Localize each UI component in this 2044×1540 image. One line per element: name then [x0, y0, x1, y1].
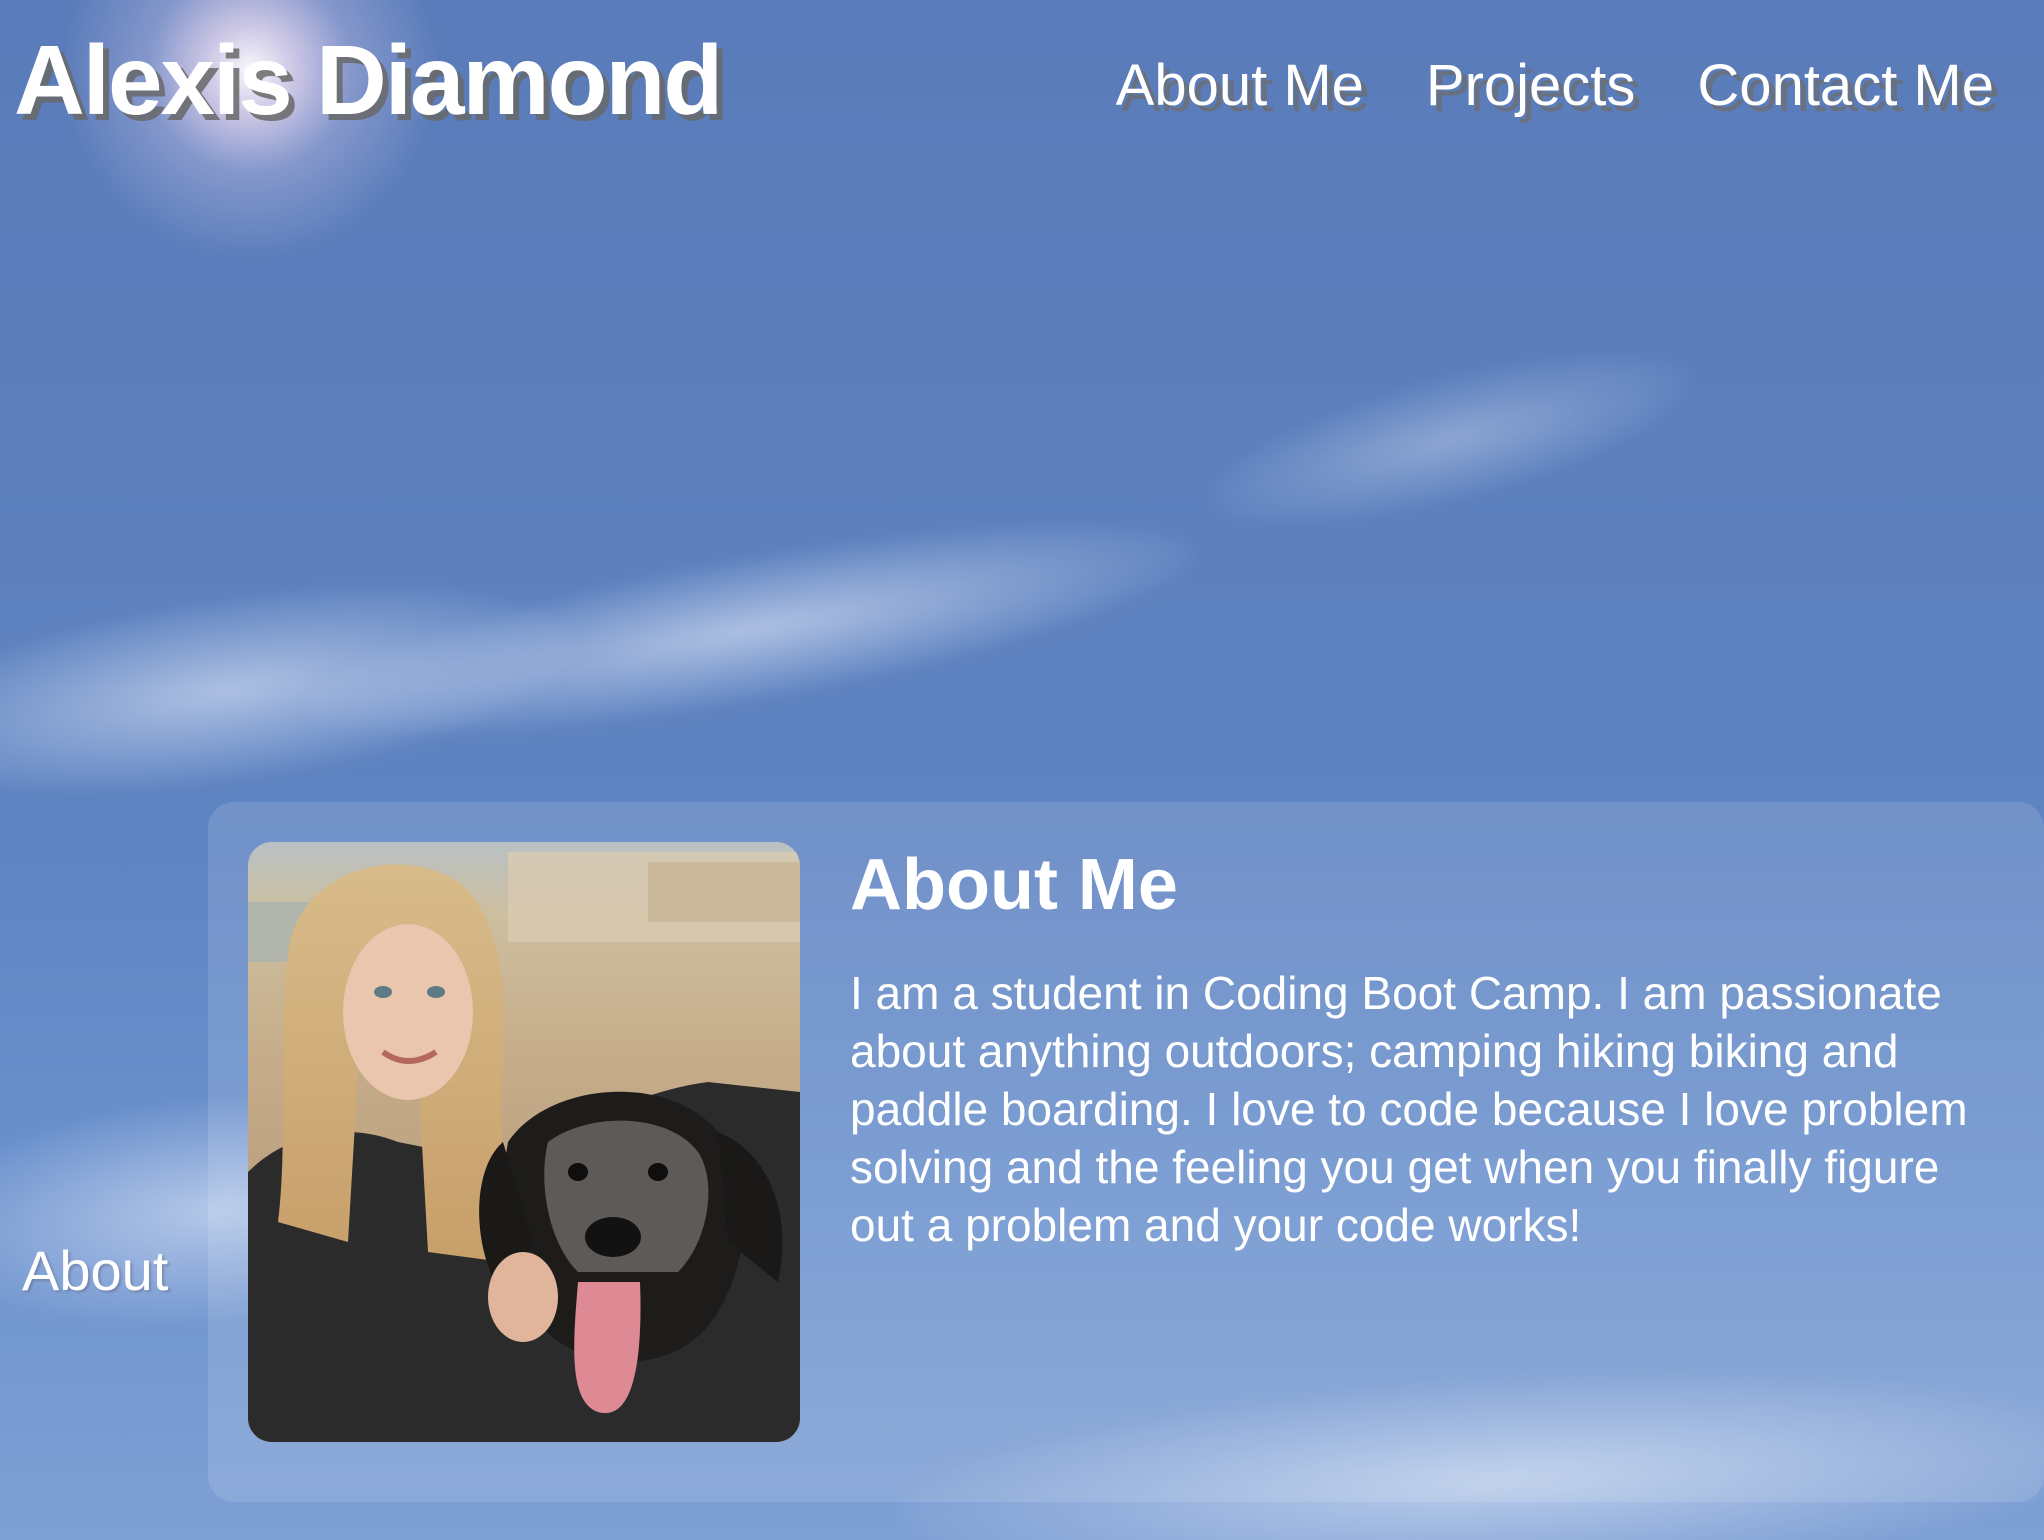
- cloud: [1192, 321, 1708, 559]
- nav-about-me[interactable]: About Me: [1116, 52, 1364, 119]
- main-nav: About Me Projects Contact Me: [1116, 52, 1994, 119]
- about-title: About Me: [850, 845, 1178, 925]
- nav-contact-me[interactable]: Contact Me: [1697, 52, 1994, 119]
- site-title: Alexis Diamond: [14, 25, 723, 135]
- about-card: About Me I am a student in Coding Boot C…: [208, 802, 2044, 1502]
- profile-photo: [248, 842, 800, 1442]
- about-text: I am a student in Coding Boot Camp. I am…: [850, 967, 1968, 1251]
- nav-projects[interactable]: Projects: [1426, 52, 1636, 119]
- section-label-about: About: [22, 1239, 169, 1302]
